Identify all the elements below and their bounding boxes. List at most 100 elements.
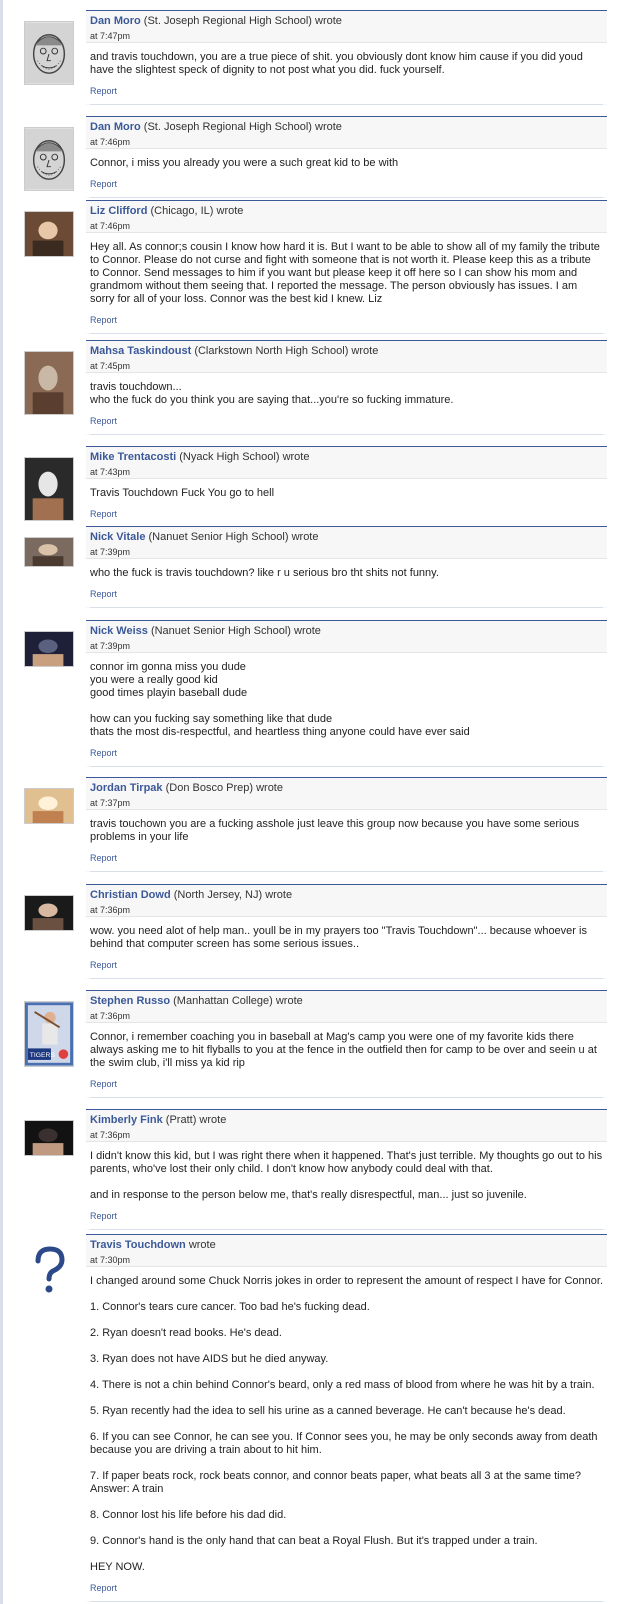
author-link[interactable]: Kimberly Fink <box>90 1114 163 1126</box>
report-link[interactable]: Report <box>90 1583 117 1593</box>
avatar[interactable] <box>24 1120 74 1156</box>
wall-post-entry: Liz Clifford (Chicago, IL) wrote at 7:46p… <box>86 200 607 334</box>
report-link[interactable]: Report <box>90 748 117 758</box>
post-body-container: who the fuck is travis touchdown? like r… <box>86 558 607 607</box>
post-header: Mike Trentacosti (Nyack High School) wro… <box>90 450 603 465</box>
post-body: wow. you need alot of help man.. youll b… <box>90 925 587 950</box>
avatar[interactable] <box>24 211 74 257</box>
wall-post-entry: Nick Vitale (Nanuet Senior High School) … <box>86 526 607 608</box>
report-link[interactable]: Report <box>90 1079 117 1089</box>
post-divider <box>90 1097 603 1098</box>
avatar[interactable] <box>24 788 74 824</box>
author-link[interactable]: Dan Moro <box>90 15 141 27</box>
post-body-container: Connor, i miss you already you were a su… <box>86 148 607 197</box>
post-body-container: connor im gonna miss you dude you were a… <box>86 652 607 766</box>
wall-post-entry: Mahsa Taskindoust (Clarkstown North High… <box>86 340 607 435</box>
post-timestamp: at 7:36pm <box>90 905 131 915</box>
avatar[interactable] <box>24 631 74 667</box>
report-link[interactable]: Report <box>90 86 117 96</box>
wall-post: Dan Moro (St. Joseph Regional High Schoo… <box>24 10 607 105</box>
author-link[interactable]: Nick Weiss <box>90 625 148 637</box>
post-divider <box>90 607 603 608</box>
report-link[interactable]: Report <box>90 315 117 325</box>
report-link[interactable]: Report <box>90 589 117 599</box>
post-divider <box>90 434 603 435</box>
post-divider <box>90 871 603 872</box>
post-body-container: Connor, i remember coaching you in baseb… <box>86 1022 607 1097</box>
avatar-drawn-face-icon[interactable] <box>24 21 74 85</box>
report-link[interactable]: Report <box>90 509 117 519</box>
svg-text:TIGERS: TIGERS <box>30 1052 56 1059</box>
author-link[interactable]: Dan Moro <box>90 121 141 133</box>
wall-post: Mike Trentacosti (Nyack High School) wro… <box>24 446 607 528</box>
report-link[interactable]: Report <box>90 416 117 426</box>
avatar[interactable] <box>24 457 74 521</box>
wall-post: Liz Clifford (Chicago, IL) wrote at 7:46p… <box>24 200 607 334</box>
avatar-drawn-face-icon[interactable] <box>24 127 74 191</box>
author-network: (Pratt) wrote <box>162 1114 227 1126</box>
left-border <box>0 0 3 1604</box>
report-link[interactable]: Report <box>90 960 117 970</box>
post-divider <box>90 766 603 767</box>
wall-post-entry: Mike Trentacosti (Nyack High School) wro… <box>86 446 607 528</box>
question-mark-icon[interactable] <box>24 1245 74 1295</box>
post-body-container: wow. you need alot of help man.. youll b… <box>86 916 607 978</box>
post-body: travis touchown you are a fucking asshol… <box>90 818 580 843</box>
wall-post: Kimberly Fink (Pratt) wrote at 7:36pm I di… <box>24 1109 607 1230</box>
author-link[interactable]: Mahsa Taskindoust <box>90 345 191 357</box>
post-body-container: I didn't know this kid, but I was right … <box>86 1141 607 1229</box>
post-header: Christian Dowd (North Jersey, NJ) wrote <box>90 888 603 903</box>
author-link[interactable]: Jordan Tirpak <box>90 782 163 794</box>
report-link[interactable]: Report <box>90 179 117 189</box>
post-timestamp: at 7:46pm <box>90 137 131 147</box>
author-network: (Chicago, IL) wrote <box>147 205 244 217</box>
author-link[interactable]: Mike Trentacosti <box>90 451 176 463</box>
report-link[interactable]: Report <box>90 853 117 863</box>
post-timestamp: at 7:36pm <box>90 1130 131 1140</box>
author-link[interactable]: Christian Dowd <box>90 889 171 901</box>
author-link[interactable]: Stephen Russo <box>90 995 170 1007</box>
post-timestamp: at 7:39pm <box>90 641 131 651</box>
post-body: travis touchdown... who the fuck do you … <box>90 381 454 406</box>
wall-post-entry: Dan Moro (St. Joseph Regional High Schoo… <box>86 116 607 198</box>
post-body-container: I changed around some Chuck Norris jokes… <box>86 1266 607 1601</box>
post-divider <box>90 1229 603 1230</box>
author-network: (Don Bosco Prep) wrote <box>162 782 283 794</box>
post-timestamp: at 7:46pm <box>90 221 131 231</box>
post-timestamp: at 7:47pm <box>90 31 131 41</box>
author-network: (North Jersey, NJ) wrote <box>170 889 293 901</box>
author-link[interactable]: Liz Clifford <box>90 205 147 217</box>
wall-post-entry: Jordan Tirpak (Don Bosco Prep) wrote at 7… <box>86 777 607 872</box>
post-header: Mahsa Taskindoust (Clarkstown North High… <box>90 344 603 359</box>
post-divider <box>90 104 603 105</box>
author-link[interactable]: Nick Vitale <box>90 531 145 543</box>
post-body-container: Hey all. As connor;s cousin I know how h… <box>86 232 607 333</box>
post-timestamp: at 7:43pm <box>90 467 131 477</box>
post-timestamp: at 7:37pm <box>90 798 131 808</box>
wall-post-entry: Travis Touchdown wrote at 7:30pm I changed… <box>86 1234 607 1602</box>
wall-post: Christian Dowd (North Jersey, NJ) wrote a… <box>24 884 607 979</box>
avatar[interactable] <box>24 895 74 931</box>
post-body: I didn't know this kid, but I was right … <box>90 1150 603 1201</box>
post-header: Nick Weiss (Nanuet Senior High School) w… <box>90 624 603 639</box>
wall-post-entry: Dan Moro (St. Joseph Regional High Schoo… <box>86 10 607 105</box>
post-header: Nick Vitale (Nanuet Senior High School) … <box>90 530 603 545</box>
author-network: (Manhattan College) wrote <box>170 995 303 1007</box>
avatar[interactable] <box>24 537 74 567</box>
author-network: (Nanuet Senior High School) wrote <box>147 625 321 637</box>
post-header: Stephen Russo (Manhattan College) wrote <box>90 994 603 1009</box>
report-link[interactable]: Report <box>90 1211 117 1221</box>
avatar-baseball-card[interactable]: TIGERS <box>24 1001 74 1067</box>
author-link[interactable]: Travis Touchdown <box>90 1239 186 1251</box>
wall-post: Dan Moro (St. Joseph Regional High Schoo… <box>24 116 607 198</box>
post-divider <box>90 197 603 198</box>
post-timestamp: at 7:45pm <box>90 361 131 371</box>
post-header: Kimberly Fink (Pratt) wrote <box>90 1113 603 1128</box>
wall-post: Nick Vitale (Nanuet Senior High School) … <box>24 526 607 608</box>
wall-post-entry: Stephen Russo (Manhattan College) wrote a… <box>86 990 607 1098</box>
wall-post: Mahsa Taskindoust (Clarkstown North High… <box>24 340 607 435</box>
avatar[interactable] <box>24 351 74 415</box>
author-network: (Nyack High School) wrote <box>176 451 310 463</box>
post-body-container: and travis touchdown, you are a true pie… <box>86 42 607 104</box>
post-divider <box>90 1601 603 1602</box>
